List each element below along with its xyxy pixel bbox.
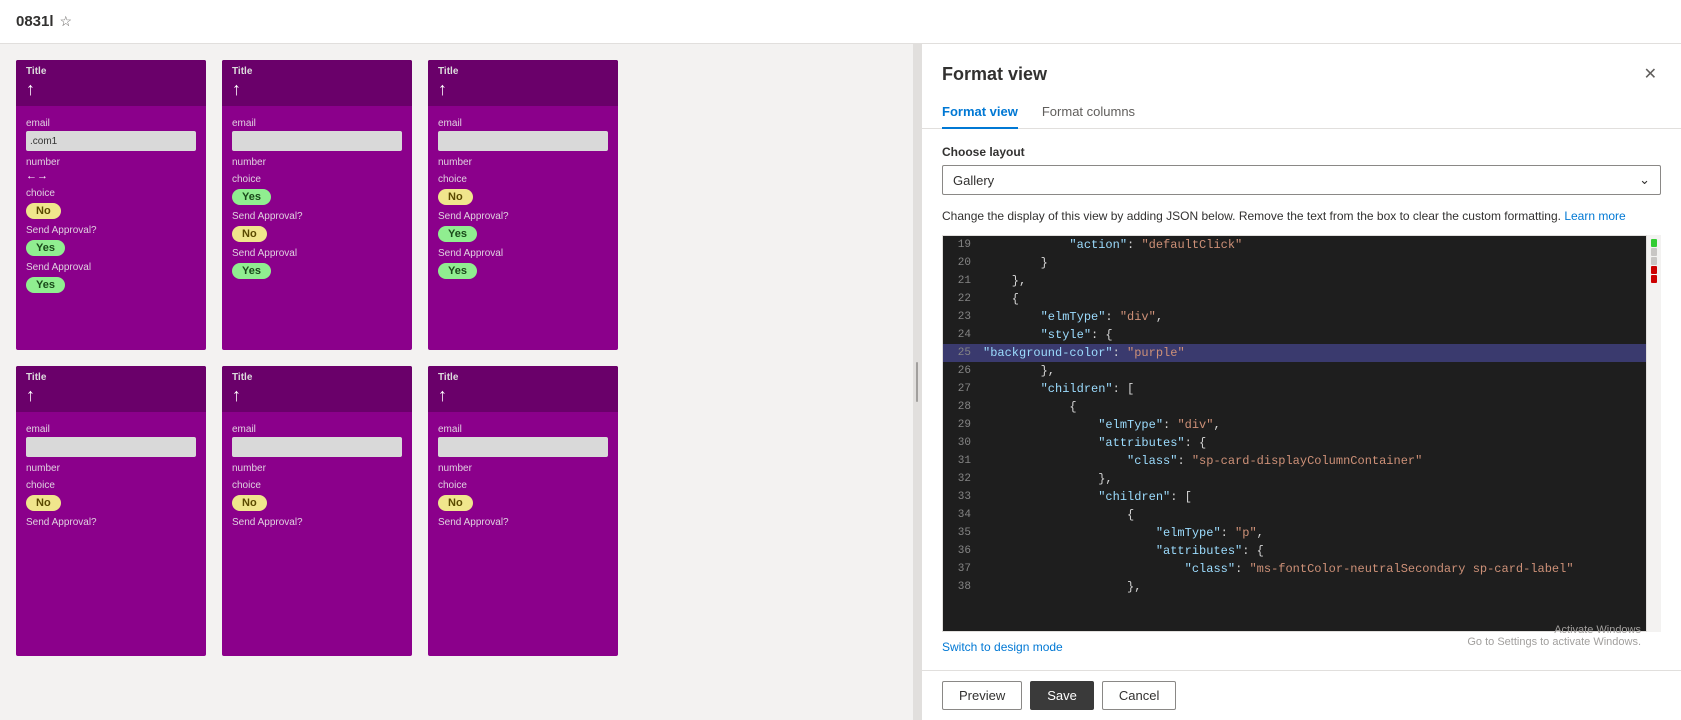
code-scrollbar[interactable]	[1647, 235, 1661, 632]
send-approval2-badge: Yes	[438, 263, 477, 279]
choice-badge: Yes	[232, 189, 271, 205]
send-approval-badge: No	[232, 226, 267, 242]
card-body: email number ←→ choice No Send Approval?…	[16, 106, 206, 303]
switch-design-link[interactable]: Switch to design mode	[942, 632, 1661, 654]
layout-value: Gallery	[953, 173, 994, 188]
card-item[interactable]: Title ↑ email number choice No Send Appr…	[428, 366, 618, 656]
top-bar: 0831l ☆	[0, 0, 1681, 44]
send-approval2-label: Send Approval	[438, 248, 608, 259]
code-line: 20 }	[943, 254, 1646, 272]
gallery-area: Title ↑ email number ←→ choice No Send A…	[0, 44, 913, 720]
card-item[interactable]: Title ↑ email number choice No Send Appr…	[428, 60, 618, 350]
code-line: 32 },	[943, 470, 1646, 488]
card-header: Title ↑	[428, 366, 618, 412]
panel-title: Format view	[942, 64, 1047, 85]
email-input[interactable]	[232, 131, 402, 151]
chevron-down-icon: ⌄	[1639, 172, 1650, 188]
code-line: 27 "children": [	[943, 380, 1646, 398]
choice-badge: No	[438, 189, 473, 205]
email-input[interactable]	[26, 437, 196, 457]
learn-more-link[interactable]: Learn more	[1564, 209, 1625, 223]
card-icon: ↑	[26, 385, 196, 406]
code-line: 30 "attributes": {	[943, 434, 1646, 452]
panel-header: Format view ✕	[922, 44, 1681, 88]
send-approval2-badge: Yes	[232, 263, 271, 279]
send-approval-badge: Yes	[26, 240, 65, 256]
code-line: 29 "elmType": "div",	[943, 416, 1646, 434]
card-item[interactable]: Title ↑ email number choice No Send Appr…	[222, 366, 412, 656]
code-editor-wrapper: 19 "action": "defaultClick" 20 } 21 }, 2…	[942, 235, 1661, 632]
email-input[interactable]	[438, 437, 608, 457]
send-approval-badge: Yes	[438, 226, 477, 242]
choice-badge: No	[26, 495, 61, 511]
code-line: 26 },	[943, 362, 1646, 380]
tab-format-columns[interactable]: Format columns	[1042, 96, 1135, 129]
email-input[interactable]	[438, 131, 608, 151]
card-body: email number choice No Send Approval?	[16, 412, 206, 540]
email-input[interactable]	[26, 131, 196, 151]
cancel-button[interactable]: Cancel	[1102, 681, 1176, 710]
code-line: 37 "class": "ms-fontColor-neutralSeconda…	[943, 560, 1646, 578]
card-body: email number choice Yes Send Approval? N…	[222, 106, 412, 289]
choice-badge: No	[26, 203, 61, 219]
code-line: 38 },	[943, 578, 1646, 596]
card-body: email number choice No Send Approval? Ye…	[428, 106, 618, 289]
card-item[interactable]: Title ↑ email number choice Yes Send App…	[222, 60, 412, 350]
panel-tabs: Format view Format columns	[922, 96, 1681, 129]
format-panel: Format view ✕ Format view Format columns…	[921, 44, 1681, 720]
code-line: 28 {	[943, 398, 1646, 416]
choose-layout-label: Choose layout	[942, 145, 1661, 159]
tab-format-view[interactable]: Format view	[942, 96, 1018, 129]
card-header: Title ↑	[16, 366, 206, 412]
code-editor[interactable]: 19 "action": "defaultClick" 20 } 21 }, 2…	[942, 235, 1647, 632]
card-header: Title ↑	[222, 366, 412, 412]
code-line: 25 "background-color": "purple"	[943, 344, 1646, 362]
save-button[interactable]: Save	[1030, 681, 1094, 710]
code-line: 33 "children": [	[943, 488, 1646, 506]
panel-actions: Preview Save Cancel Activate Windows Go …	[922, 670, 1681, 720]
layout-dropdown[interactable]: Gallery ⌄	[942, 165, 1661, 195]
card-icon: ↑	[232, 79, 402, 100]
send-approval2-label: Send Approval	[26, 262, 196, 273]
code-line: 19 "action": "defaultClick"	[943, 236, 1646, 254]
description-text: Change the display of this view by addin…	[942, 207, 1661, 225]
code-line: 23 "elmType": "div",	[943, 308, 1646, 326]
card-header: Title ↑	[222, 60, 412, 106]
main-container: Title ↑ email number ←→ choice No Send A…	[0, 44, 1681, 720]
card-header: Title ↑	[428, 60, 618, 106]
panel-divider[interactable]	[913, 44, 921, 720]
gallery-grid: Title ↑ email number ←→ choice No Send A…	[16, 60, 897, 656]
card-icon: ↑	[438, 79, 608, 100]
preview-button[interactable]: Preview	[942, 681, 1022, 710]
code-line: 22 {	[943, 290, 1646, 308]
card-header: Title ↑	[16, 60, 206, 106]
code-line: 35 "elmType": "p",	[943, 524, 1646, 542]
card-item[interactable]: Title ↑ email number ←→ choice No Send A…	[16, 60, 206, 350]
code-line: 21 },	[943, 272, 1646, 290]
send-approval2-label: Send Approval	[232, 248, 402, 259]
choice-badge: No	[438, 495, 473, 511]
panel-body: Choose layout Gallery ⌄ Change the displ…	[922, 129, 1681, 670]
choice-badge: No	[232, 495, 267, 511]
code-line: 24 "style": {	[943, 326, 1646, 344]
code-line: 34 {	[943, 506, 1646, 524]
send-approval2-badge: Yes	[26, 277, 65, 293]
code-line: 31 "class": "sp-card-displayColumnContai…	[943, 452, 1646, 470]
page-title: 0831l	[16, 13, 54, 30]
card-icon: ↑	[26, 79, 196, 100]
card-icon: ↑	[232, 385, 402, 406]
email-input[interactable]	[232, 437, 402, 457]
card-icon: ↑	[438, 385, 608, 406]
card-body: email number choice No Send Approval?	[428, 412, 618, 540]
favorite-icon[interactable]: ☆	[60, 13, 73, 30]
card-item[interactable]: Title ↑ email number choice No Send Appr…	[16, 366, 206, 656]
card-body: email number choice No Send Approval?	[222, 412, 412, 540]
close-button[interactable]: ✕	[1640, 60, 1661, 88]
code-line: 36 "attributes": {	[943, 542, 1646, 560]
